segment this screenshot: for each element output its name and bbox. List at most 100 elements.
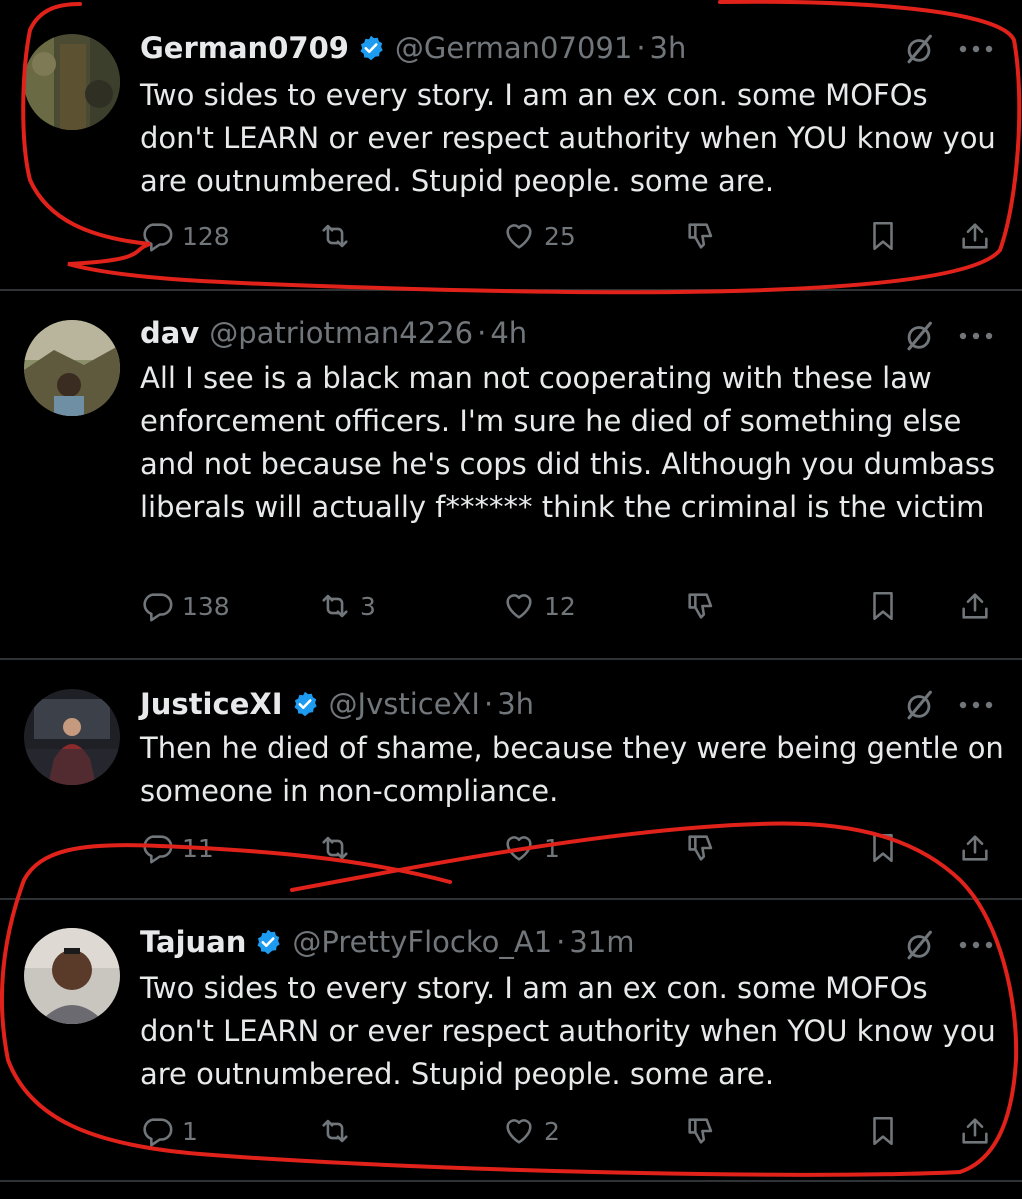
verified-badge-icon [357, 34, 385, 62]
speech-bubble-icon [140, 219, 174, 253]
thumbs-down-icon [684, 1114, 718, 1148]
reply-count: 138 [182, 591, 230, 621]
heart-icon [502, 831, 536, 865]
tweet-card[interactable]: dav @patriotman4226 · 4h All I see is a … [0, 291, 1022, 658]
bookmark-button[interactable] [866, 826, 900, 870]
tweet-card[interactable]: German0709 @German07091 · 3h Two sides t… [0, 0, 1022, 290]
grok-slash-icon[interactable] [902, 688, 936, 722]
like-count: 2 [544, 1116, 560, 1146]
tweet-text: Two sides to every story. I am an ex con… [140, 78, 996, 198]
like-count: 25 [544, 221, 576, 251]
tweet-header: German0709 @German07091 · 3h [140, 28, 686, 68]
bookmark-icon [866, 831, 900, 865]
avatar[interactable] [24, 320, 120, 416]
bookmark-button[interactable] [866, 1109, 900, 1153]
heart-icon [502, 589, 536, 623]
reply-button[interactable]: 128 [140, 214, 230, 258]
share-upload-icon [958, 1114, 992, 1148]
verified-badge-icon [291, 690, 319, 718]
share-upload-icon [958, 831, 992, 865]
grok-slash-icon[interactable] [902, 928, 936, 962]
timestamp[interactable]: 31m [569, 925, 634, 959]
share-upload-icon [958, 589, 992, 623]
retweet-button[interactable] [318, 214, 360, 258]
speech-bubble-icon [140, 589, 174, 623]
timestamp[interactable]: 3h [650, 31, 687, 65]
dislike-button[interactable] [684, 1109, 718, 1153]
action-bar: 138 3 12 [140, 584, 1010, 628]
action-bar: 1 2 [140, 1109, 1010, 1153]
verified-badge-icon [254, 928, 282, 956]
retweet-arrows-icon [318, 831, 352, 865]
bookmark-button[interactable] [866, 584, 900, 628]
handle[interactable]: @JvsticeXI [329, 687, 480, 721]
dislike-button[interactable] [684, 214, 718, 258]
retweet-arrows-icon [318, 1114, 352, 1148]
retweet-button[interactable] [318, 826, 360, 870]
grok-slash-icon[interactable] [902, 319, 936, 353]
speech-bubble-icon [140, 1114, 174, 1148]
heart-icon [502, 1114, 536, 1148]
retweet-arrows-icon [318, 589, 352, 623]
handle[interactable]: @patriotman4226 [209, 316, 473, 350]
avatar[interactable] [24, 928, 120, 1024]
tweet-card[interactable]: Tajuan @PrettyFlocko_A1 · 31m Two sides … [0, 900, 1022, 1180]
retweet-button[interactable] [318, 1109, 360, 1153]
bookmark-icon [866, 1114, 900, 1148]
handle[interactable]: @PrettyFlocko_A1 [292, 925, 552, 959]
display-name[interactable]: Tajuan [140, 925, 246, 959]
reply-count: 1 [182, 1116, 198, 1146]
tweet-text: All I see is a black man not cooperating… [140, 361, 996, 524]
retweet-button[interactable]: 3 [318, 584, 376, 628]
grok-slash-icon[interactable] [902, 32, 936, 66]
share-button[interactable] [958, 584, 992, 628]
bookmark-icon [866, 219, 900, 253]
like-button[interactable]: 1 [502, 826, 560, 870]
timestamp[interactable]: 3h [497, 687, 534, 721]
thumbs-down-icon [684, 219, 718, 253]
tweet-card[interactable]: JusticeXI @JvsticeXI · 3h Then he died o… [0, 660, 1022, 898]
reply-count: 128 [182, 221, 230, 251]
display-name[interactable]: JusticeXI [140, 687, 283, 721]
tweet-header: dav @patriotman4226 · 4h [140, 313, 527, 353]
display-name[interactable]: German0709 [140, 31, 349, 65]
ellipsis-icon[interactable] [958, 700, 994, 710]
like-count: 1 [544, 833, 560, 863]
heart-icon [502, 219, 536, 253]
display-name[interactable]: dav [140, 316, 199, 350]
timestamp[interactable]: 4h [490, 316, 527, 350]
bookmark-button[interactable] [866, 214, 900, 258]
retweet-arrows-icon [318, 219, 352, 253]
action-bar: 128 25 [140, 214, 1010, 258]
tweet-text: Then he died of shame, because they were… [140, 731, 1004, 808]
tweet-header: JusticeXI @JvsticeXI · 3h [140, 684, 534, 724]
like-button[interactable]: 25 [502, 214, 576, 258]
separator: · [556, 925, 566, 959]
dislike-button[interactable] [684, 826, 718, 870]
dislike-button[interactable] [684, 584, 718, 628]
separator: · [483, 687, 494, 721]
tweet-header: Tajuan @PrettyFlocko_A1 · 31m [140, 922, 635, 962]
avatar[interactable] [24, 34, 120, 130]
ellipsis-icon[interactable] [958, 331, 994, 341]
action-bar: 11 1 [140, 826, 1010, 870]
like-button[interactable]: 12 [502, 584, 576, 628]
share-button[interactable] [958, 214, 992, 258]
ellipsis-icon[interactable] [958, 44, 994, 54]
avatar[interactable] [24, 689, 120, 785]
reply-button[interactable]: 138 [140, 584, 230, 628]
reply-button[interactable]: 1 [140, 1109, 198, 1153]
reply-button[interactable]: 11 [140, 826, 214, 870]
thumbs-down-icon [684, 589, 718, 623]
retweet-count: 3 [360, 591, 376, 621]
like-button[interactable]: 2 [502, 1109, 560, 1153]
divider [0, 1180, 1022, 1182]
bookmark-icon [866, 589, 900, 623]
thumbs-down-icon [684, 831, 718, 865]
handle[interactable]: @German07091 [395, 31, 632, 65]
separator: · [477, 316, 487, 350]
share-button[interactable] [958, 1109, 992, 1153]
share-upload-icon [958, 219, 992, 253]
ellipsis-icon[interactable] [958, 940, 994, 950]
share-button[interactable] [958, 826, 992, 870]
